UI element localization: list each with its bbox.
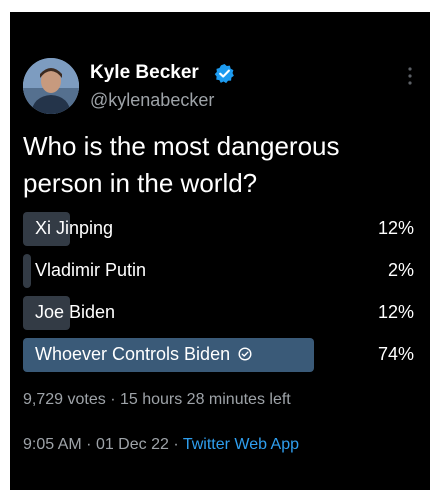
poll-option-percent: 12% bbox=[377, 218, 414, 238]
tweet-card: Kyle Becker @kylenabecker Who is the mos… bbox=[10, 12, 430, 490]
verified-badge-icon bbox=[214, 63, 234, 84]
tweet-time[interactable]: 9:05 AM bbox=[23, 436, 82, 453]
avatar-image bbox=[23, 58, 79, 114]
poll-option-vladimir-putin[interactable]: Vladimir Putin 2% bbox=[23, 254, 416, 288]
tweet-text: Who is the most dangerous person in the … bbox=[23, 128, 418, 202]
tweet-text-line: Who is the most dangerous bbox=[23, 131, 340, 161]
source-app-link[interactable]: Twitter Web App bbox=[183, 436, 299, 453]
poll-option-percent: 2% bbox=[387, 260, 414, 280]
poll-option-label: Joe Biden bbox=[35, 302, 116, 322]
poll-option-label: Xi Jinping bbox=[35, 218, 114, 238]
avatar[interactable] bbox=[23, 58, 79, 114]
author-handle[interactable]: @kylenabecker bbox=[90, 90, 214, 111]
tweet-date[interactable]: 01 Dec 22 bbox=[96, 436, 169, 453]
poll-option-percent: 12% bbox=[377, 302, 414, 322]
footer-separator: · bbox=[173, 436, 179, 453]
poll-option-label-text: Whoever Controls Biden bbox=[35, 344, 231, 364]
tweet-footer: 9:05 AM · 01 Dec 22 · Twitter Web App bbox=[23, 436, 299, 454]
footer-separator: · bbox=[86, 436, 92, 453]
tweet-text-line: person in the world? bbox=[23, 168, 258, 198]
poll-option-whoever-controls-biden[interactable]: Whoever Controls Biden 74% bbox=[23, 338, 416, 372]
poll-meta-separator: · bbox=[110, 391, 116, 408]
poll-bar bbox=[23, 254, 31, 288]
author-name[interactable]: Kyle Becker bbox=[90, 62, 199, 84]
check-circle-icon bbox=[238, 347, 252, 361]
poll-option-xi-jinping[interactable]: Xi Jinping 12% bbox=[23, 212, 416, 246]
poll-option-percent: 74% bbox=[377, 344, 414, 364]
poll-option-joe-biden[interactable]: Joe Biden 12% bbox=[23, 296, 416, 330]
poll-option-label: Whoever Controls Biden bbox=[35, 344, 252, 365]
screenshot-frame: Kyle Becker @kylenabecker Who is the mos… bbox=[0, 0, 441, 500]
poll-option-label: Vladimir Putin bbox=[35, 260, 147, 280]
poll-votes: 9,729 votes bbox=[23, 391, 106, 408]
poll-time-left: 15 hours 28 minutes left bbox=[119, 391, 291, 408]
more-options-icon[interactable] bbox=[404, 64, 416, 90]
poll-meta: 9,729 votes · 15 hours 28 minutes left bbox=[23, 391, 291, 409]
